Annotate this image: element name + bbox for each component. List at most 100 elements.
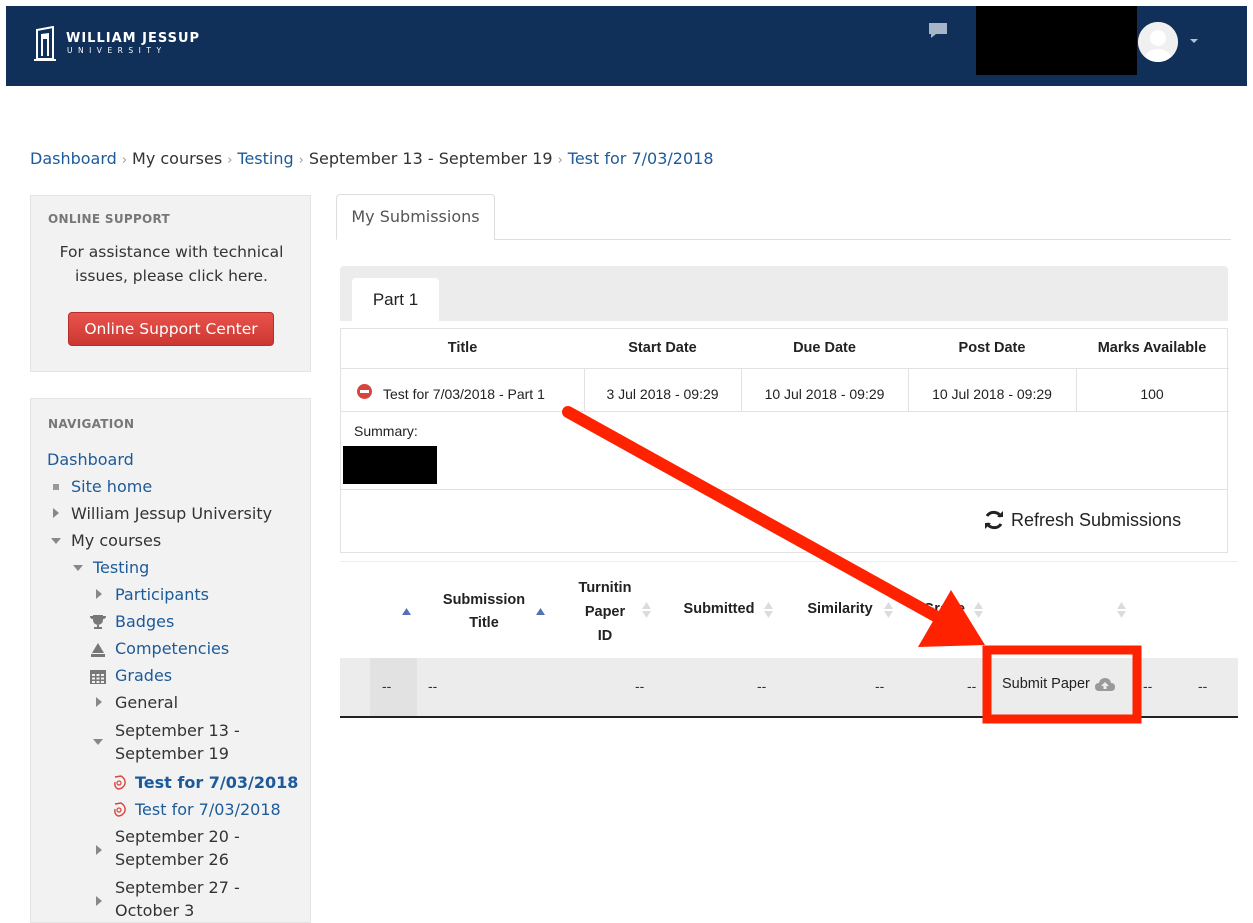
sort-both-icon[interactable] <box>974 602 983 623</box>
column-header-title: Title <box>447 340 478 356</box>
assignment-title: Test for 7/03/2018 - Part 1 <box>383 386 545 402</box>
nav-week-line: October 3 <box>115 901 195 920</box>
header-line: Paper <box>584 604 626 620</box>
expand-right-icon[interactable] <box>96 896 102 906</box>
nav-assignment[interactable]: Test for 7/03/2018 <box>135 798 281 821</box>
column-header-similarity[interactable]: Similarity <box>798 601 882 617</box>
navigation-block: NAVIGATION Dashboard Site home William J… <box>30 398 311 923</box>
online-support-title: ONLINE SUPPORT <box>48 212 171 226</box>
sort-both-icon[interactable] <box>884 602 893 623</box>
column-header-grade[interactable]: Grade <box>916 601 972 617</box>
column-header-submitted[interactable]: Submitted <box>676 601 762 617</box>
online-support-center-button[interactable]: Online Support Center <box>68 312 274 346</box>
nav-week-line: September 20 - <box>115 827 240 846</box>
column-header-paper-id[interactable]: Turnitin Paper ID <box>572 576 638 648</box>
sort-asc-icon[interactable] <box>402 602 411 620</box>
refresh-submissions-label: Refresh Submissions <box>1011 509 1182 530</box>
support-text-line: For assistance with technical <box>59 243 284 261</box>
breadcrumb-separator: › <box>298 153 304 168</box>
part-status-icon <box>357 384 372 399</box>
nav-week-line: September 19 <box>115 744 229 763</box>
logo-subtitle: UNIVERSITY <box>67 46 167 55</box>
nav-testing[interactable]: Testing <box>93 556 149 579</box>
bullet-icon <box>53 484 59 490</box>
table-row: -- -- -- -- -- -- Submit Paper -- -- <box>340 658 1238 716</box>
row-cell: -- <box>875 678 885 694</box>
collapse-down-icon[interactable] <box>73 565 83 571</box>
nav-participants[interactable]: Participants <box>115 583 209 606</box>
table-divider <box>341 368 1229 369</box>
messages-icon[interactable] <box>928 22 948 40</box>
nav-week-sep27[interactable]: September 27 - October 3 <box>115 876 240 922</box>
trophy-icon <box>89 614 107 635</box>
nav-week-sep20[interactable]: September 20 - September 26 <box>115 825 240 871</box>
assignment-start-date: 3 Jul 2018 - 09:29 <box>606 386 719 402</box>
assignment-marks: 100 <box>1140 386 1164 402</box>
breadcrumb-testing[interactable]: Testing <box>237 149 293 168</box>
navigation-title: NAVIGATION <box>48 417 135 431</box>
refresh-bar: Refresh Submissions <box>340 490 1228 553</box>
part-tab-bar <box>340 266 1228 321</box>
assignment-due-date: 10 Jul 2018 - 09:29 <box>764 386 885 402</box>
breadcrumb: Dashboard › My courses › Testing › September 1… <box>30 149 714 168</box>
column-header-submission-title[interactable]: Submission Title <box>436 589 532 635</box>
breadcrumb-assignment[interactable]: Test for 7/03/2018 <box>568 149 714 168</box>
collapse-down-icon[interactable] <box>51 538 61 544</box>
cloud-upload-icon <box>1094 676 1116 692</box>
logo-name: WILLIAM JESSUP <box>66 31 201 46</box>
table-divider <box>341 411 1229 412</box>
expand-right-icon[interactable] <box>96 697 102 707</box>
user-avatar[interactable] <box>1138 22 1178 62</box>
support-text-line: issues, please click here. <box>75 267 268 285</box>
refresh-submissions-button[interactable]: Refresh Submissions <box>983 509 1181 531</box>
university-logo[interactable]: WILLIAM JESSUP UNIVERSITY <box>34 25 201 62</box>
nav-my-courses[interactable]: My courses <box>71 529 161 552</box>
site-header: WILLIAM JESSUP UNIVERSITY <box>6 6 1247 86</box>
assignment-post-date: 10 Jul 2018 - 09:29 <box>932 386 1052 402</box>
nav-week-line: September 26 <box>115 850 229 869</box>
competencies-icon <box>89 642 107 663</box>
refresh-icon <box>983 509 1005 531</box>
redacted-summary <box>343 446 437 484</box>
nav-dashboard[interactable]: Dashboard <box>47 448 134 471</box>
collapse-down-icon[interactable] <box>93 739 103 745</box>
tab-part-1[interactable]: Part 1 <box>352 278 439 321</box>
sort-both-icon[interactable] <box>764 602 773 623</box>
turnitin-assignment-icon <box>111 774 129 797</box>
redacted-username <box>976 6 1137 75</box>
sort-asc-icon[interactable] <box>536 602 545 620</box>
sort-both-icon[interactable] <box>1117 602 1126 623</box>
row-cell-highlight <box>370 658 417 716</box>
nav-site-home[interactable]: Site home <box>71 475 152 498</box>
nav-university[interactable]: William Jessup University <box>71 502 272 525</box>
nav-week-sep13[interactable]: September 13 - September 19 <box>115 719 240 765</box>
breadcrumb-dashboard[interactable]: Dashboard <box>30 149 117 168</box>
nav-badges[interactable]: Badges <box>115 610 174 633</box>
submit-paper-label: Submit Paper <box>1002 676 1090 692</box>
user-menu-caret-icon[interactable] <box>1190 39 1198 43</box>
nav-grades[interactable]: Grades <box>115 664 172 687</box>
assignment-info-table: Title Start Date Due Date Post Date Mark… <box>340 328 1229 490</box>
breadcrumb-separator: › <box>557 153 563 168</box>
nav-general[interactable]: General <box>115 691 178 714</box>
expand-right-icon[interactable] <box>53 508 59 518</box>
logo-tower-icon <box>34 25 56 62</box>
expand-right-icon[interactable] <box>96 589 102 599</box>
turnitin-assignment-icon <box>111 801 129 824</box>
nav-assignment-active[interactable]: Test for 7/03/2018 <box>135 771 298 794</box>
row-cell: -- <box>635 678 645 694</box>
column-header-start-date: Start Date <box>628 340 697 356</box>
row-cell: -- <box>428 678 438 694</box>
grades-table-icon <box>89 669 107 690</box>
breadcrumb-my-courses: My courses <box>132 149 223 168</box>
submit-paper-button[interactable]: Submit Paper <box>1002 676 1116 692</box>
table-bottom-border <box>340 716 1238 718</box>
sort-both-icon[interactable] <box>642 602 651 623</box>
header-line: ID <box>597 628 613 644</box>
column-header-post-date: Post Date <box>958 340 1026 356</box>
nav-competencies[interactable]: Competencies <box>115 637 229 660</box>
breadcrumb-separator: › <box>121 153 128 168</box>
summary-label: Summary: <box>354 423 418 439</box>
tab-my-submissions[interactable]: My Submissions <box>336 194 495 240</box>
expand-right-icon[interactable] <box>96 845 102 855</box>
